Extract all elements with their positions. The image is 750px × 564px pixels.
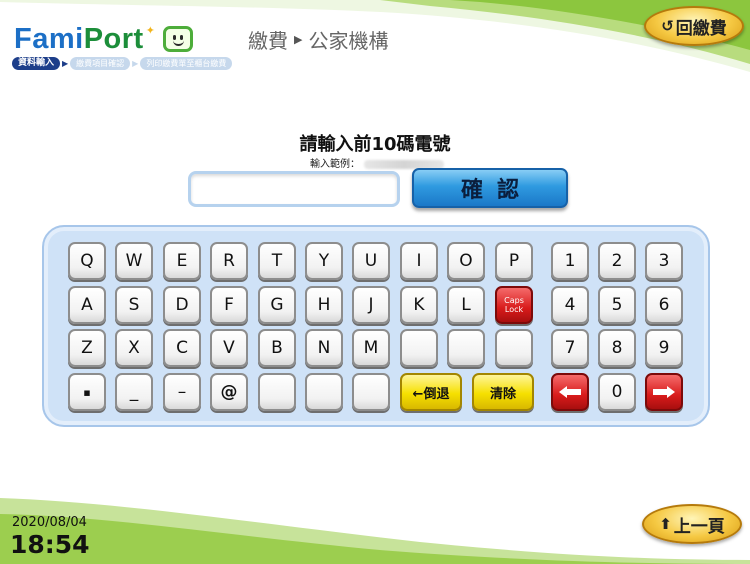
key-t[interactable]: T [258,242,296,280]
path-service: 繳費 [248,29,288,53]
key-v[interactable]: V [210,329,248,367]
caps-lock-label-1: Caps [504,296,524,305]
key-blank[interactable] [258,373,296,411]
key-z[interactable]: Z [68,329,106,367]
caps-lock-key[interactable]: Caps Lock [495,286,533,324]
key-i[interactable]: I [400,242,438,280]
key-x[interactable]: X [115,329,153,367]
caps-lock-label-2: Lock [504,305,524,314]
key-j[interactable]: J [352,286,390,324]
current-date: 2020/08/04 [12,515,87,530]
return-icon: ↺ [661,17,674,35]
back-to-payment-button[interactable]: ↺ 回繳費 [644,6,744,46]
input-example-label: 輸入範例： [310,159,360,170]
right-arrow-icon [653,386,675,398]
key-underscore[interactable]: _ [115,373,153,411]
meter-number-input[interactable] [188,171,400,207]
key-9[interactable]: 9 [645,329,683,367]
key-p[interactable]: P [495,242,533,280]
key-8[interactable]: 8 [598,329,636,367]
key-a[interactable]: A [68,286,106,324]
path-arrow-icon: ▶ [294,33,303,46]
breadcrumb-step-confirm: 繳費項目確認 [70,57,131,70]
key-blank[interactable] [305,373,343,411]
key-u[interactable]: U [352,242,390,280]
cursor-left-key[interactable] [551,373,589,411]
smiley-face-icon [162,26,193,52]
service-path: 繳費 ▶ 公家機構 [248,25,388,54]
key-1[interactable]: 1 [551,242,589,280]
key-0[interactable]: 0 [598,373,636,411]
key-6[interactable]: 6 [645,286,683,324]
breadcrumb-arrow-icon: ▶ [132,59,139,68]
key-m[interactable]: M [352,329,390,367]
key-blank[interactable] [400,329,438,367]
breadcrumb: 資料輸入 ▶ 繳費項目確認 ▶ 列印繳費單至櫃台繳費 [12,57,233,70]
confirm-button[interactable]: 確認 [412,168,568,208]
key-y[interactable]: Y [305,242,343,280]
breadcrumb-step-input: 資料輸入 [12,57,61,70]
key-b[interactable]: B [258,329,296,367]
key-7[interactable]: 7 [551,329,589,367]
key-3[interactable]: 3 [645,242,683,280]
key-q[interactable]: Q [68,242,106,280]
previous-page-button[interactable]: ⬆ 上一頁 [642,504,742,544]
key-d[interactable]: D [163,286,201,324]
clear-key[interactable]: 清除 [472,373,534,411]
key-blank[interactable] [495,329,533,367]
previous-page-label: 上一頁 [673,516,725,537]
key-dot[interactable]: ▪ [68,373,106,411]
sparkle-icon: ✦ [145,24,155,37]
key-hyphen[interactable]: – [163,373,201,411]
key-h[interactable]: H [305,286,343,324]
logo-wordmark: FamiPort [14,22,144,55]
key-blank[interactable] [352,373,390,411]
key-2[interactable]: 2 [598,242,636,280]
key-o[interactable]: O [447,242,485,280]
backspace-key[interactable]: ←倒退 [400,373,462,411]
current-time: 18:54 [10,530,90,559]
up-arrow-icon: ⬆ [659,515,672,533]
left-arrow-icon [559,386,581,398]
onscreen-keyboard: Q W E R T Y U I O P A S D F G H J K L Ca… [42,225,710,427]
famiport-logo: FamiPort ✦ [14,22,193,56]
back-to-payment-label: 回繳費 [675,18,727,39]
key-s[interactable]: S [115,286,153,324]
key-n[interactable]: N [305,329,343,367]
path-category: 公家機構 [308,29,389,53]
key-f[interactable]: F [210,286,248,324]
key-e[interactable]: E [163,242,201,280]
key-c[interactable]: C [163,329,201,367]
key-r[interactable]: R [210,242,248,280]
key-4[interactable]: 4 [551,286,589,324]
breadcrumb-step-print: 列印繳費單至櫃台繳費 [140,57,233,70]
bottom-green-swoosh [0,498,750,564]
key-at[interactable]: @ [210,373,248,411]
key-k[interactable]: K [400,286,438,324]
key-blank[interactable] [447,329,485,367]
key-g[interactable]: G [258,286,296,324]
key-5[interactable]: 5 [598,286,636,324]
cursor-right-key[interactable] [645,373,683,411]
breadcrumb-arrow-icon: ▶ [62,59,69,68]
key-w[interactable]: W [115,242,153,280]
key-l[interactable]: L [447,286,485,324]
prompt-title: 請輸入前10碼電號 [299,134,451,155]
